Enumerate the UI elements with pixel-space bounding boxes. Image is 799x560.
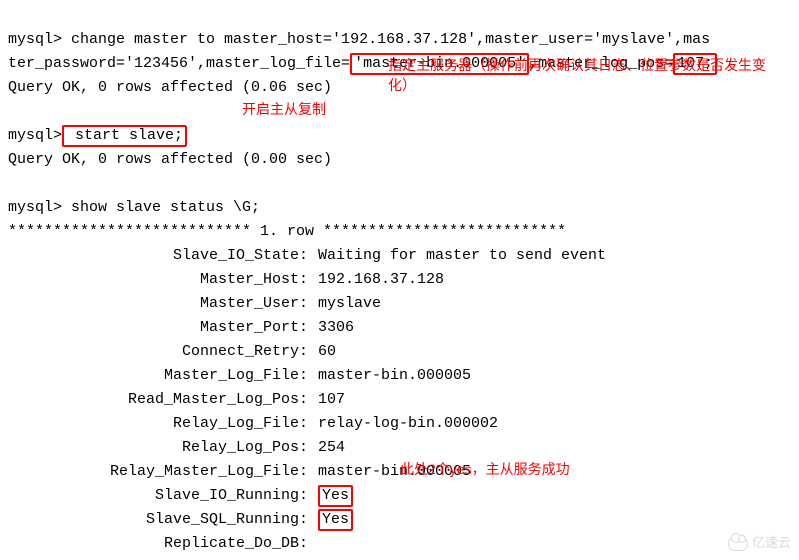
status-key: Connect_Retry: [8,340,308,364]
status-block: Slave_IO_State:Waiting for master to sen… [8,244,791,556]
annotation-two-yes: 此处2个yes，主从服务成功 [400,460,570,480]
cmd-change-master-2a: ter_password='123456',master_log_file= [8,55,350,72]
row-header: *************************** 1. row *****… [8,223,566,240]
status-row: Slave_SQL_Running: Yes [8,508,791,532]
result-ok-1: Query OK, 0 rows affected (0.06 sec) [8,79,332,96]
status-row: Slave_IO_Running: Yes [8,484,791,508]
status-key: Master_Port: [8,316,308,340]
result-ok-2: Query OK, 0 rows affected (0.00 sec) [8,151,332,168]
status-row: Relay_Log_Pos:254 [8,436,791,460]
prompt: mysql> [8,31,62,48]
cmd-change-master-1: change master to master_host='192.168.37… [62,31,710,48]
status-value: Yes [308,484,353,508]
annotation-spec-master: 指定主服务器（操作前再次确认其日志、位置参数是否发生变化） [388,56,768,95]
status-value: relay-log-bin.000002 [308,412,498,436]
status-key: Master_Host: [8,268,308,292]
annotation-start-replication: 开启主从复制 [242,100,326,120]
status-row: Master_Log_File:master-bin.000005 [8,364,791,388]
status-value-box: Yes [318,485,353,507]
prompt: mysql> [8,199,62,216]
status-key: Slave_IO_State: [8,244,308,268]
status-value: 60 [308,340,336,364]
cmd-show-status: show slave status \G; [62,199,260,216]
status-value: 254 [308,436,345,460]
status-row: Connect_Retry:60 [8,340,791,364]
status-row: Slave_IO_State:Waiting for master to sen… [8,244,791,268]
status-key: Slave_SQL_Running: [8,508,308,532]
status-row: Master_Host:192.168.37.128 [8,268,791,292]
status-key: Relay_Log_File: [8,412,308,436]
cloud-icon [728,537,748,551]
status-key: Replicate_Do_DB: [8,532,308,556]
status-value: 107 [308,388,345,412]
status-value [308,532,318,556]
status-value: myslave [308,292,381,316]
status-value: master-bin.000005 [308,364,471,388]
status-value-box: Yes [318,509,353,531]
status-row: Relay_Log_File:relay-log-bin.000002 [8,412,791,436]
status-value: Yes [308,508,353,532]
status-key: Read_Master_Log_Pos: [8,388,308,412]
status-row: Master_Port:3306 [8,316,791,340]
status-value: 3306 [308,316,354,340]
status-row: Replicate_Do_DB: [8,532,791,556]
status-key: Master_User: [8,292,308,316]
status-row: Read_Master_Log_Pos:107 [8,388,791,412]
status-key: Relay_Log_Pos: [8,436,308,460]
status-row: Master_User:myslave [8,292,791,316]
status-value: Waiting for master to send event [308,244,606,268]
status-key: Slave_IO_Running: [8,484,308,508]
prompt: mysql> [8,127,62,144]
watermark: 亿速云 [728,533,791,554]
watermark-text: 亿速云 [752,533,791,554]
start-slave-box: start slave; [62,125,187,147]
status-key: Relay_Master_Log_File: [8,460,308,484]
status-key: Master_Log_File: [8,364,308,388]
status-value: 192.168.37.128 [308,268,444,292]
